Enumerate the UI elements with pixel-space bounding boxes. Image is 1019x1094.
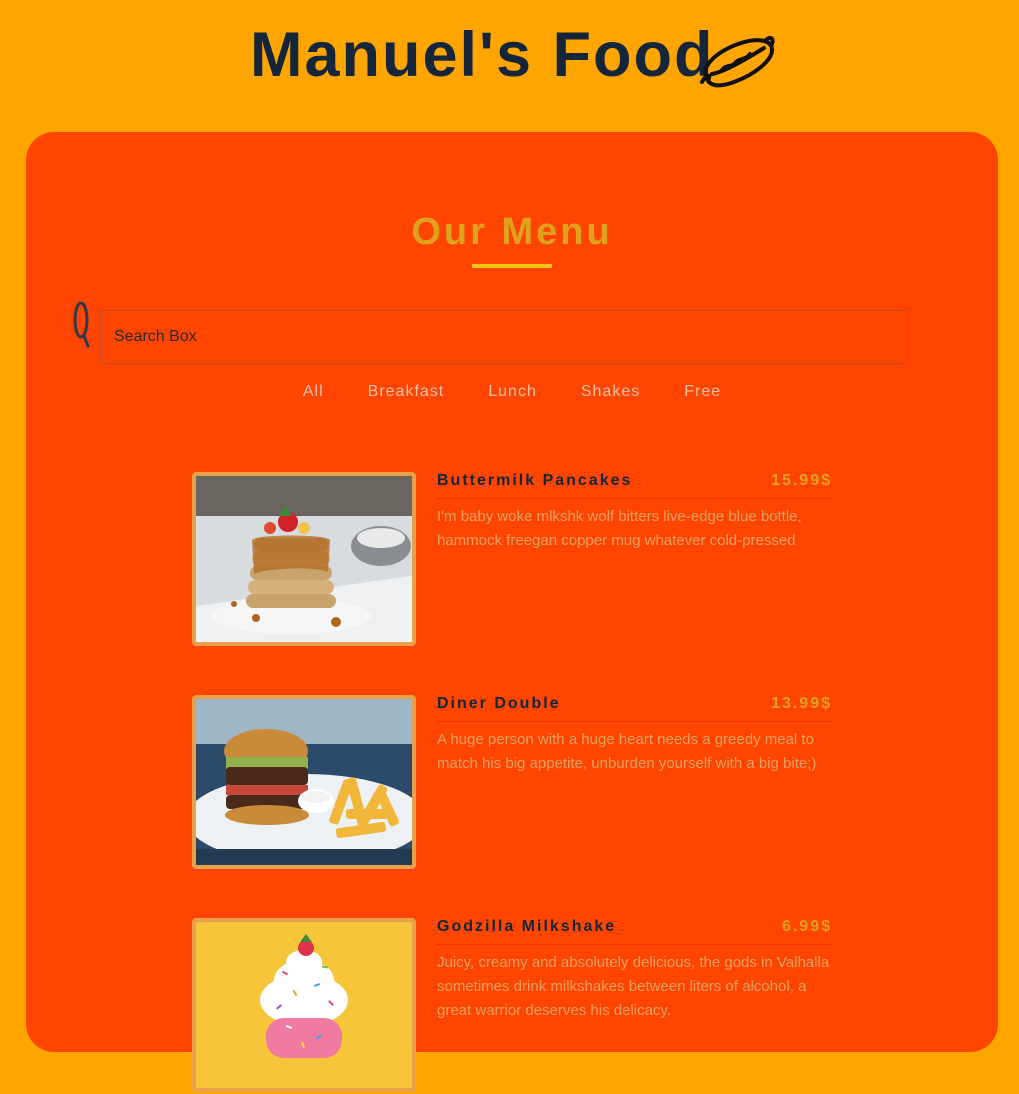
item-header: Godzilla Milkshake 6.99$ — [437, 918, 832, 945]
item-description: Juicy, creamy and absolutely delicious, … — [437, 954, 830, 1019]
filter-all-button[interactable]: All — [281, 380, 346, 404]
item-description: A huge person with a huge heart needs a … — [437, 731, 817, 772]
milkshake-photo — [192, 918, 416, 1092]
item-name: Godzilla Milkshake — [437, 918, 617, 935]
menu-item: Buttermilk Pancakes 15.99$ I'm baby woke… — [192, 472, 832, 648]
pancakes-photo — [192, 472, 416, 646]
item-price: 15.99$ — [771, 472, 832, 489]
item-info: Godzilla Milkshake 6.99$ Juicy, creamy a… — [437, 918, 832, 1023]
filter-free-button[interactable]: Free — [662, 380, 743, 404]
item-price: 13.99$ — [771, 695, 832, 712]
search-input[interactable] — [100, 310, 908, 364]
item-name: Buttermilk Pancakes — [437, 472, 633, 489]
hotdog-icon — [700, 35, 775, 88]
item-description: I'm baby woke mlkshk wolf bitters live-e… — [437, 508, 802, 549]
menu-title: Our Menu — [411, 211, 613, 253]
filter-breakfast-button[interactable]: Breakfast — [346, 380, 467, 404]
menu-item: Godzilla Milkshake 6.99$ Juicy, creamy a… — [192, 918, 832, 1094]
title-underline — [472, 264, 552, 268]
item-info: Buttermilk Pancakes 15.99$ I'm baby woke… — [437, 472, 832, 553]
menu-item: Diner Double 13.99$ A huge person with a… — [192, 695, 832, 871]
menu-panel: Our Menu All Breakfast Lunch Shakes Free — [26, 132, 998, 1092]
burger-photo — [192, 695, 416, 869]
site-title: Manuel's Food — [250, 20, 715, 90]
filter-lunch-button[interactable]: Lunch — [466, 380, 559, 404]
site-header: Manuel's Food — [0, 0, 1019, 120]
item-name: Diner Double — [437, 695, 561, 712]
search-icon[interactable] — [72, 300, 92, 350]
filter-shakes-button[interactable]: Shakes — [559, 380, 662, 404]
item-header: Diner Double 13.99$ — [437, 695, 832, 722]
item-header: Buttermilk Pancakes 15.99$ — [437, 472, 832, 499]
item-price: 6.99$ — [781, 918, 832, 935]
item-info: Diner Double 13.99$ A huge person with a… — [437, 695, 832, 776]
filter-bar: All Breakfast Lunch Shakes Free — [26, 380, 998, 404]
